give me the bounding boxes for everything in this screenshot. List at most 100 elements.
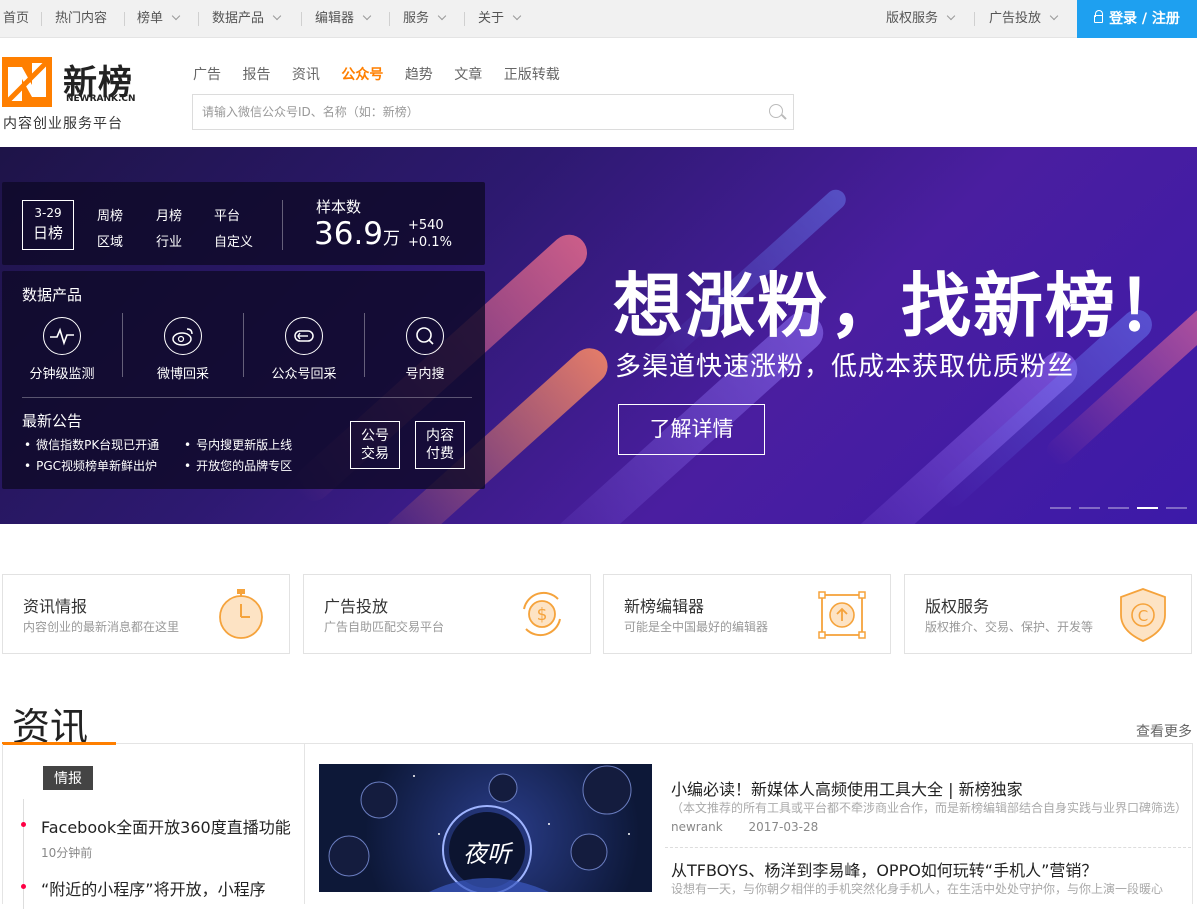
- platform-rank-link[interactable]: 平台: [214, 205, 240, 224]
- svg-text:C: C: [1138, 607, 1148, 625]
- rank-date: 3-29: [34, 206, 62, 220]
- weibo-icon: [164, 317, 202, 355]
- article-author[interactable]: newrank: [671, 820, 723, 834]
- product-weibo-recapture[interactable]: 微博回采: [133, 317, 233, 382]
- monthly-rank-link[interactable]: 月榜: [156, 205, 182, 224]
- divider: [22, 397, 472, 398]
- svg-text:$: $: [537, 605, 548, 625]
- nav-reports[interactable]: 报告: [242, 67, 270, 83]
- chevron-down-icon: [272, 11, 282, 21]
- account-trade-button[interactable]: 公号 交易: [350, 421, 400, 469]
- topnav-about[interactable]: 关于: [478, 0, 522, 38]
- nav-licensed-repost[interactable]: 正版转载: [504, 67, 560, 83]
- divider: [364, 313, 365, 377]
- hero-banner: 3-29 日榜 周榜 月榜 平台 区域 行业 自定义 样本数 36.9万 +54…: [0, 147, 1197, 524]
- article-title[interactable]: 从TFBOYS、杨洋到李易峰，OPPO如何玩转“手机人”营销？: [671, 857, 1097, 881]
- article-summary: 设想有一天，与你朝夕相伴的手机突然化身手机人，在生活中处处守护你，与你上演一段暖…: [671, 882, 1164, 896]
- article-list: 夜听 小编必读！新媒体人高频使用工具大全 | 新榜独家 （本文推荐的所有工具或平…: [305, 744, 1193, 904]
- nav-official-accounts[interactable]: 公众号: [341, 67, 383, 83]
- nav-news[interactable]: 资讯: [292, 67, 320, 83]
- card-title: 版权服务: [925, 597, 990, 616]
- see-more-link[interactable]: 查看更多: [1136, 721, 1192, 741]
- daily-rank-button[interactable]: 3-29 日榜: [22, 200, 74, 250]
- nav-trends[interactable]: 趋势: [405, 67, 433, 83]
- card-desc: 广告自助匹配交易平台: [324, 620, 445, 634]
- divider: [124, 12, 125, 26]
- card-title: 新榜编辑器: [624, 597, 705, 616]
- divider: [41, 12, 42, 26]
- banner-slogan: 想涨粉，找新榜！: [613, 265, 1189, 347]
- chevron-down-icon: [1049, 11, 1059, 21]
- product-in-account-search[interactable]: 号内搜: [375, 317, 475, 382]
- timeline-item-title[interactable]: “附近的小程序”将开放，小程序: [41, 876, 266, 900]
- card-copyright[interactable]: 版权服务 版权推介、交易、保护、开发等 C: [904, 574, 1192, 654]
- divider: [122, 313, 123, 377]
- logo-icon[interactable]: [2, 57, 52, 107]
- nav-ads[interactable]: 广告: [193, 67, 221, 83]
- card-ad-placement[interactable]: 广告投放 广告自助匹配交易平台 $: [303, 574, 591, 654]
- card-desc: 可能是全中国最好的编辑器: [624, 620, 769, 634]
- topnav-services[interactable]: 服务: [403, 0, 447, 38]
- topnav-hot[interactable]: 热门内容: [55, 0, 107, 38]
- stopwatch-icon: [213, 585, 269, 643]
- article-title[interactable]: 小编必读！新媒体人高频使用工具大全 | 新榜独家: [671, 776, 1023, 800]
- carousel-dot[interactable]: [1108, 507, 1129, 509]
- card-news-intel[interactable]: 资讯情报 内容创业的最新消息都在这里: [2, 574, 290, 654]
- topnav-editor[interactable]: 编辑器: [315, 0, 372, 38]
- custom-rank-link[interactable]: 自定义: [214, 231, 253, 250]
- paid-content-button[interactable]: 内容 付费: [415, 421, 465, 469]
- search-category-nav: 广告 报告 资讯 公众号 趋势 文章 正版转载: [193, 64, 577, 84]
- search-input[interactable]: [193, 95, 753, 129]
- weekly-rank-link[interactable]: 周榜: [97, 205, 123, 224]
- search-icon[interactable]: [769, 104, 783, 118]
- learn-more-button[interactable]: 了解详情: [618, 404, 765, 455]
- carousel-dot[interactable]: [1079, 507, 1100, 509]
- divider: [974, 12, 975, 26]
- topnav-advertising[interactable]: 广告投放: [989, 0, 1059, 38]
- copyright-shield-icon: C: [1115, 585, 1171, 643]
- lock-icon: [1094, 10, 1104, 23]
- region-rank-link[interactable]: 区域: [97, 231, 123, 250]
- product-minute-monitor[interactable]: 分钟级监测: [12, 317, 112, 382]
- announcements-title: 最新公告: [22, 412, 83, 430]
- timeline-item-title[interactable]: Facebook全面开放360度直播功能: [41, 814, 291, 838]
- industry-rank-link[interactable]: 行业: [156, 231, 182, 250]
- announcement-item[interactable]: 号内搜更新版上线: [184, 436, 292, 453]
- card-title: 广告投放: [324, 597, 389, 616]
- login-register-button[interactable]: 登录 / 注册: [1077, 0, 1197, 38]
- product-official-account-recapture[interactable]: 公众号回采: [254, 317, 354, 382]
- intel-timeline: 情报 Facebook全面开放360度直播功能 10分钟前 “附近的小程序”将开…: [2, 744, 305, 909]
- card-desc: 内容创业的最新消息都在这里: [23, 620, 180, 634]
- chevron-down-icon: [512, 11, 522, 21]
- daily-rank-label: 日榜: [32, 224, 63, 242]
- topnav-data-products[interactable]: 数据产品: [212, 0, 282, 38]
- divider: [282, 200, 283, 250]
- card-desc: 版权推介、交易、保护、开发等: [925, 620, 1094, 634]
- site-tagline: 内容创业服务平台: [3, 116, 123, 132]
- topnav-rankings[interactable]: 榜单: [137, 0, 181, 38]
- sample-delta-percent: +0.1%: [408, 235, 452, 250]
- announcement-item[interactable]: 微信指数PK台现已开通: [24, 436, 159, 453]
- article-thumbnail[interactable]: 夜听: [319, 764, 652, 892]
- carousel-dot-active[interactable]: [1137, 507, 1158, 509]
- chevron-down-icon: [946, 11, 956, 21]
- search-icon: [406, 317, 444, 355]
- chevron-down-icon: [171, 11, 181, 21]
- chevron-down-icon: [437, 11, 447, 21]
- top-bar: 首页 热门内容 榜单 数据产品 编辑器 服务 关于 版权服务 广告投放 登录 /…: [0, 0, 1197, 38]
- divider: [665, 847, 1191, 848]
- article-date: 2017-03-28: [748, 820, 819, 834]
- intel-tag: 情报: [43, 766, 93, 790]
- announcement-item[interactable]: 开放您的品牌专区: [184, 457, 292, 474]
- announcement-item[interactable]: PGC视频榜单新鲜出炉: [24, 457, 157, 474]
- carousel-dot[interactable]: [1166, 507, 1187, 509]
- timeline-line: [23, 799, 24, 909]
- nav-articles[interactable]: 文章: [454, 67, 482, 83]
- card-editor[interactable]: 新榜编辑器 可能是全中国最好的编辑器: [603, 574, 891, 654]
- sample-delta-absolute: +540: [408, 218, 444, 233]
- card-title: 资讯情报: [23, 597, 88, 616]
- carousel-dot[interactable]: [1050, 507, 1071, 509]
- topnav-home[interactable]: 首页: [3, 0, 29, 38]
- pulse-icon: [43, 317, 81, 355]
- topnav-copyright[interactable]: 版权服务: [886, 0, 956, 38]
